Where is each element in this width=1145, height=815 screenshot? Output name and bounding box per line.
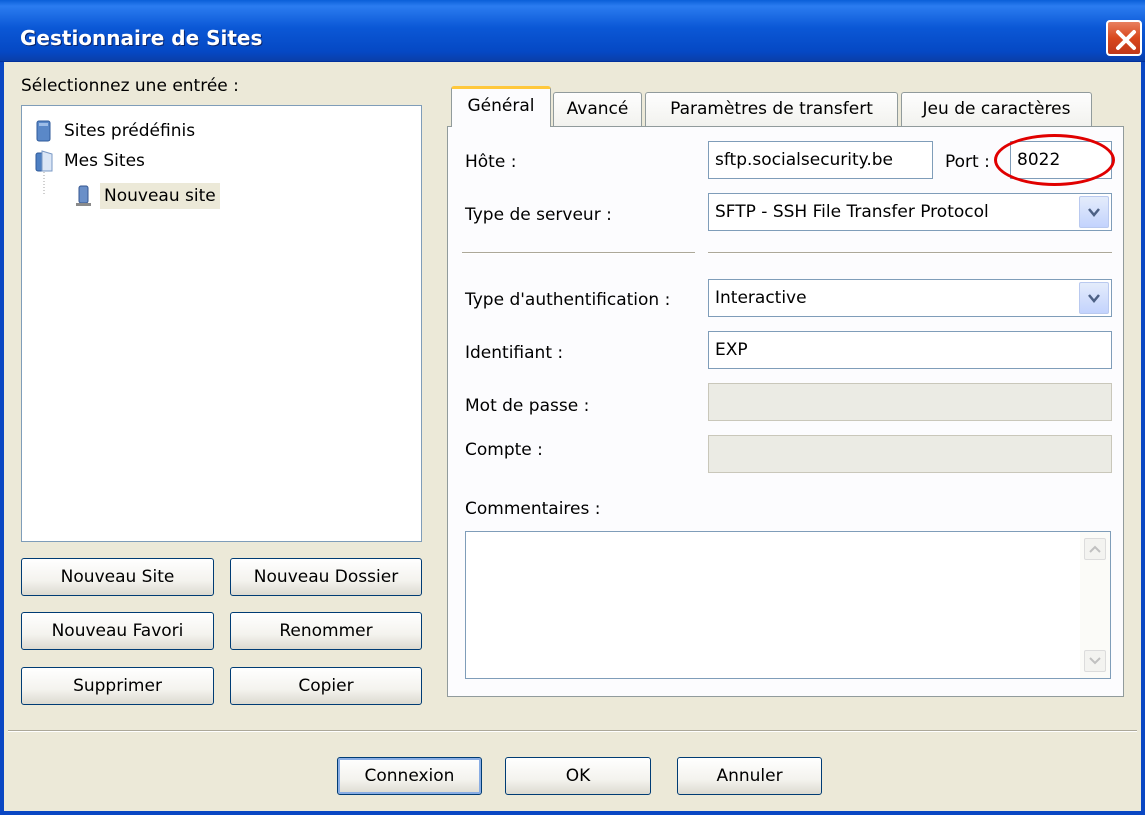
comments-label: Commentaires : bbox=[465, 499, 601, 519]
login-label: Identifiant : bbox=[465, 343, 564, 363]
account-label: Compte : bbox=[465, 440, 543, 460]
tree-item-predefined-sites[interactable]: Sites prédéfinis bbox=[34, 118, 314, 144]
select-entry-label: Sélectionnez une entrée : bbox=[21, 76, 239, 96]
new-site-button[interactable]: Nouveau Site bbox=[21, 558, 214, 596]
auth-type-select[interactable]: Interactive bbox=[708, 279, 1112, 317]
site-tree[interactable]: Sites prédéfinis Mes Sites Nouveau site bbox=[21, 105, 422, 542]
scroll-up-icon bbox=[1089, 545, 1101, 553]
scroll-down-button[interactable] bbox=[1084, 650, 1106, 672]
delete-button[interactable]: Supprimer bbox=[21, 667, 214, 705]
footer-separator bbox=[8, 730, 1137, 732]
host-input[interactable]: sftp.socialsecurity.be bbox=[708, 141, 933, 179]
host-label: Hôte : bbox=[465, 152, 517, 172]
tree-item-my-sites[interactable]: Mes Sites bbox=[34, 148, 314, 174]
account-input[interactable] bbox=[708, 435, 1112, 473]
comments-textarea[interactable] bbox=[465, 531, 1111, 679]
tab-charset[interactable]: Jeu de caractères bbox=[901, 92, 1092, 126]
tree-item-label: Mes Sites bbox=[64, 151, 145, 171]
password-label: Mot de passe : bbox=[465, 396, 590, 416]
my-sites-icon bbox=[35, 150, 53, 172]
scroll-up-button[interactable] bbox=[1084, 538, 1106, 560]
tab-advanced[interactable]: Avancé bbox=[553, 92, 642, 126]
ok-button[interactable]: OK bbox=[505, 757, 651, 795]
auth-type-value: Interactive bbox=[715, 288, 807, 308]
connect-button[interactable]: Connexion bbox=[337, 757, 482, 795]
server-type-label: Type de serveur : bbox=[465, 205, 612, 225]
copy-button[interactable]: Copier bbox=[230, 667, 422, 705]
window-title: Gestionnaire de Sites bbox=[20, 26, 263, 50]
close-icon bbox=[1116, 30, 1136, 50]
chevron-down-icon bbox=[1088, 294, 1100, 303]
auth-type-label: Type d'authentification : bbox=[465, 290, 671, 310]
comments-scrollbar[interactable] bbox=[1080, 532, 1110, 678]
chevron-down-icon bbox=[1088, 208, 1100, 217]
tree-item-new-site[interactable]: Nouveau site bbox=[74, 183, 274, 209]
cancel-button[interactable]: Annuler bbox=[677, 757, 822, 795]
port-label: Port : bbox=[945, 152, 990, 172]
tree-item-label: Nouveau site bbox=[100, 183, 220, 209]
tree-item-label: Sites prédéfinis bbox=[64, 121, 196, 141]
login-input[interactable]: EXP bbox=[708, 331, 1112, 369]
auth-type-dropdown-button[interactable] bbox=[1079, 282, 1109, 314]
rename-button[interactable]: Renommer bbox=[230, 612, 422, 650]
port-input[interactable]: 8022 bbox=[1010, 141, 1112, 179]
separator-right bbox=[708, 252, 1112, 254]
close-button[interactable] bbox=[1106, 20, 1142, 56]
site-icon bbox=[76, 185, 91, 206]
scroll-down-icon bbox=[1089, 657, 1101, 665]
separator-left bbox=[462, 252, 695, 254]
server-type-select[interactable]: SFTP - SSH File Transfer Protocol bbox=[708, 193, 1112, 231]
title-bar: Gestionnaire de Sites bbox=[0, 0, 1145, 62]
new-favorite-button[interactable]: Nouveau Favori bbox=[21, 612, 214, 650]
tab-general[interactable]: Général bbox=[451, 86, 551, 127]
server-type-value: SFTP - SSH File Transfer Protocol bbox=[715, 202, 989, 222]
predefined-sites-icon bbox=[36, 120, 51, 142]
server-type-dropdown-button[interactable] bbox=[1079, 196, 1109, 228]
password-input[interactable] bbox=[708, 383, 1112, 421]
new-folder-button[interactable]: Nouveau Dossier bbox=[230, 558, 422, 596]
tab-transfer-settings[interactable]: Paramètres de transfert bbox=[645, 92, 898, 126]
